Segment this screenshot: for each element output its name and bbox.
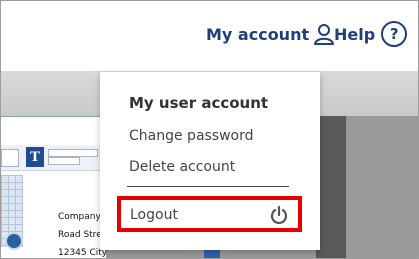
text-tool-icon: T [26,147,44,167]
preview-line: Road Stre [58,230,102,240]
menu-title: My user account [129,94,269,112]
menu-item-change-password[interactable]: Change password [129,128,254,144]
preview-line: Company [58,212,101,222]
background-right-strip [346,116,418,258]
user-icon [314,24,335,45]
background-dark-panel [316,116,346,258]
my-account-label: My account [206,24,310,44]
screenshot-frame: My account Help ? T Company Road Stre 12… [0,0,419,259]
toolbar-field [48,149,98,157]
logout-button[interactable]: Logout [117,196,302,232]
toolbar-box [1,149,19,167]
top-bar: My account Help ? [1,1,418,71]
my-account-button[interactable]: My account [206,22,335,46]
account-dropdown-menu: My user account Change password Delete a… [100,72,320,250]
background-blue-tab [204,249,220,258]
power-icon [270,205,288,224]
menu-divider [127,186,289,187]
toolbar-field [48,157,80,165]
logout-label: Logout [130,207,178,223]
help-circle-icon: ? [381,21,408,47]
help-label: Help [334,24,376,44]
editor-preview: T Company Road Stre 12345 City [1,116,107,258]
help-button[interactable]: Help ? [334,20,408,48]
badge-icon [5,232,23,250]
menu-item-delete-account[interactable]: Delete account [129,159,235,175]
